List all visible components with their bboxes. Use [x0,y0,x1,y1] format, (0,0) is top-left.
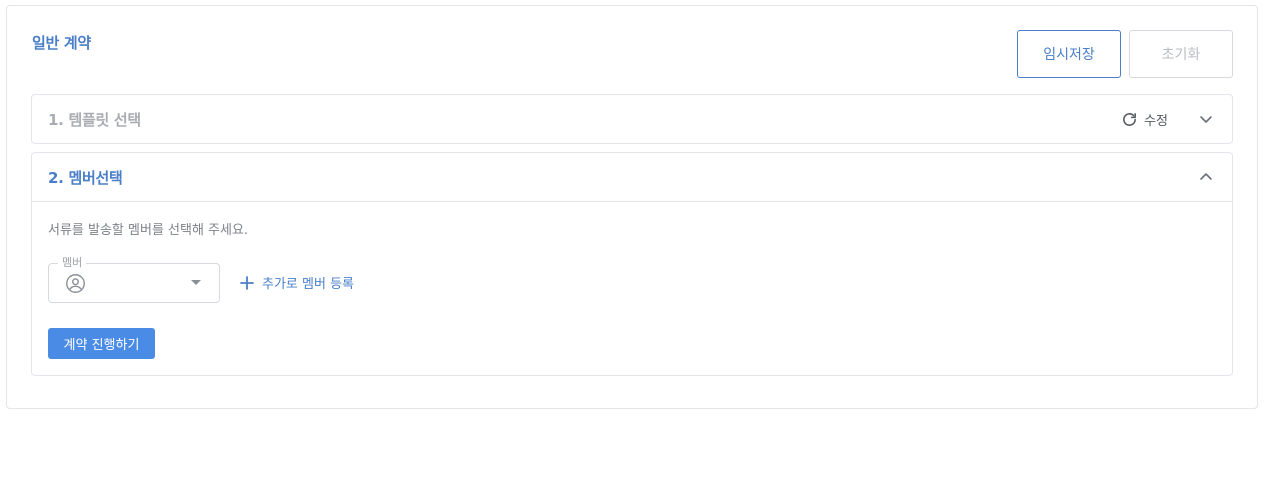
template-section-title: 1. 템플릿 선택 [48,110,141,129]
member-select-section: 2. 멤버선택 서류를 발송할 멤버를 선택해 주세요. 멤버 추가로 멤버 등… [31,152,1233,376]
user-circle-icon [65,273,86,294]
template-section-header[interactable]: 1. 템플릿 선택 수정 [32,95,1232,143]
add-member-label: 추가로 멤버 등록 [262,277,354,292]
save-draft-button[interactable]: 임시저장 [1017,30,1121,78]
template-section-actions: 수정 [1121,109,1216,129]
add-member-button[interactable]: 추가로 멤버 등록 [240,273,354,292]
chevron-up-icon[interactable] [1196,167,1216,187]
refresh-icon [1121,111,1144,128]
reset-button[interactable]: 초기화 [1129,30,1233,78]
member-select[interactable]: 멤버 [48,256,220,303]
member-section-title: 2. 멤버선택 [48,168,123,187]
proceed-contract-button[interactable]: 계약 진행하기 [48,328,155,359]
member-section-actions [1196,167,1216,187]
edit-template-label: 수정 [1144,113,1168,129]
member-helper-text: 서류를 발송할 멤버를 선택해 주세요. [48,223,249,238]
contract-card: 일반 계약 임시저장 초기화 1. 템플릿 선택 수정 2. 멤버선택 서류를 … [6,5,1258,409]
plus-icon [240,275,262,290]
page-title: 일반 계약 [32,34,91,52]
caret-down-icon [191,280,201,286]
template-select-section: 1. 템플릿 선택 수정 [31,94,1233,144]
member-field-label: 멤버 [58,256,87,270]
member-section-header[interactable]: 2. 멤버선택 [32,153,1232,202]
chevron-down-icon[interactable] [1196,109,1216,129]
edit-template-button[interactable]: 수정 [1121,110,1168,129]
